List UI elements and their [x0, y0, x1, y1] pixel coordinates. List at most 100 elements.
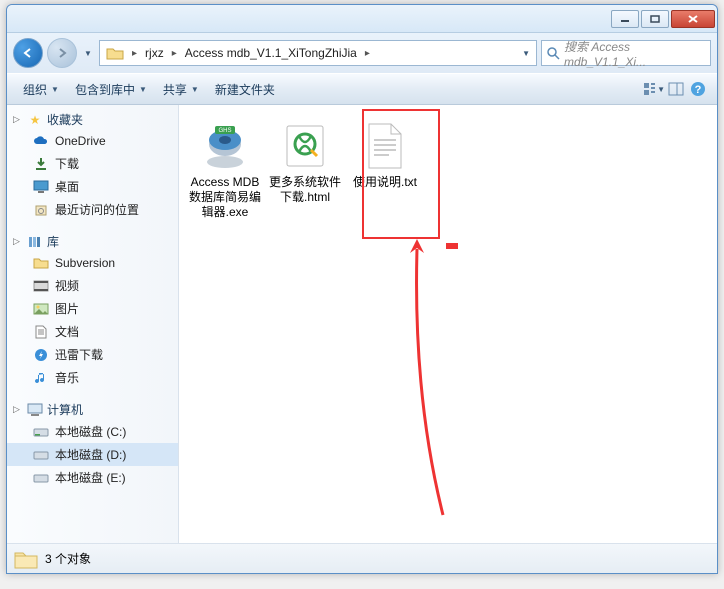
toolbar: 组织 ▼ 包含到库中 ▼ 共享 ▼ 新建文件夹 ▼ ? [7, 73, 717, 105]
sidebar-item-xunlei[interactable]: 迅雷下载 [7, 343, 178, 366]
breadcrumb-root-icon[interactable] [100, 41, 130, 65]
sidebar-item-pictures[interactable]: 图片 [7, 297, 178, 320]
file-item[interactable]: 使用说明.txt [347, 117, 423, 194]
lib-header-label: 库 [47, 233, 59, 250]
new-folder-button[interactable]: 新建文件夹 [207, 77, 283, 101]
music-icon [33, 370, 49, 386]
sidebar-item-subversion[interactable]: Subversion [7, 252, 178, 274]
folder-icon [33, 255, 49, 271]
back-button[interactable] [13, 38, 43, 68]
include-library-button[interactable]: 包含到库中 ▼ [67, 77, 155, 101]
breadcrumb-seg-1[interactable]: rjxz [139, 41, 170, 65]
titlebar [7, 5, 717, 33]
drive-icon [33, 470, 49, 486]
newfolder-label: 新建文件夹 [215, 81, 275, 98]
file-label: 更多系统软件下载.html [269, 175, 341, 205]
html-icon [280, 121, 330, 171]
file-item[interactable]: GHS Access MDB数据库简易编辑器.exe [187, 117, 263, 224]
close-button[interactable] [671, 10, 715, 28]
search-icon [546, 46, 560, 60]
view-options-button[interactable]: ▼ [643, 78, 665, 100]
search-input[interactable]: 搜索 Access mdb_V1.1_Xi... [541, 40, 711, 66]
cloud-icon [33, 133, 49, 149]
sidebar-item-label: 本地磁盘 (D:) [55, 446, 126, 463]
sidebar-item-music[interactable]: 音乐 [7, 366, 178, 389]
chevron-right-icon: ▸ [363, 48, 372, 59]
sidebar-item-label: 桌面 [55, 178, 79, 195]
desktop-icon [33, 179, 49, 195]
annotation-arrow [403, 235, 463, 525]
history-dropdown[interactable]: ▼ [81, 49, 95, 58]
comp-header-label: 计算机 [47, 401, 83, 418]
svg-text:?: ? [695, 84, 702, 96]
organize-label: 组织 [23, 81, 47, 98]
exe-icon: GHS [200, 121, 250, 171]
maximize-button[interactable] [641, 10, 669, 28]
computer-icon [27, 402, 43, 418]
sidebar-item-label: 下载 [55, 155, 79, 172]
sidebar-item-drive-c[interactable]: 本地磁盘 (C:) [7, 420, 178, 443]
help-button[interactable]: ? [687, 78, 709, 100]
chevron-right-icon: ▸ [170, 48, 179, 59]
sidebar-item-label: Subversion [55, 256, 115, 270]
drive-icon [33, 447, 49, 463]
file-item[interactable]: 更多系统软件下载.html [267, 117, 343, 209]
svg-text:GHS: GHS [218, 128, 231, 134]
sidebar-item-downloads[interactable]: 下载 [7, 152, 178, 175]
txt-icon [360, 121, 410, 171]
tree-header-favorites[interactable]: ▷★收藏夹 [7, 109, 178, 130]
tree-group-favorites: ▷★收藏夹 OneDrive 下载 桌面 最近访问的位置 [7, 109, 178, 221]
tree-header-libraries[interactable]: ▷库 [7, 231, 178, 252]
document-icon [33, 324, 49, 340]
tree-group-libraries: ▷库 Subversion 视频 图片 文档 迅雷下载 音乐 [7, 231, 178, 389]
share-label: 共享 [163, 81, 187, 98]
search-placeholder: 搜索 Access mdb_V1.1_Xi... [564, 38, 706, 69]
explorer-window: ▼ ▸ rjxz ▸ Access mdb_V1.1_XiTongZhiJia … [6, 4, 718, 574]
share-button[interactable]: 共享 ▼ [155, 77, 207, 101]
minimize-button[interactable] [611, 10, 639, 28]
drive-icon [33, 424, 49, 440]
sidebar-item-desktop[interactable]: 桌面 [7, 175, 178, 198]
sidebar-item-label: 图片 [55, 300, 79, 317]
sidebar-item-recent[interactable]: 最近访问的位置 [7, 198, 178, 221]
status-bar: 3 个对象 [7, 543, 717, 573]
nav-row: ▼ ▸ rjxz ▸ Access mdb_V1.1_XiTongZhiJia … [7, 33, 717, 73]
sidebar-item-label: 文档 [55, 323, 79, 340]
sidebar: ▷★收藏夹 OneDrive 下载 桌面 最近访问的位置 ▷库 Subversi… [7, 105, 179, 543]
star-icon: ★ [27, 112, 43, 128]
thunder-icon [33, 347, 49, 363]
recent-icon [33, 202, 49, 218]
organize-button[interactable]: 组织 ▼ [15, 77, 67, 101]
sidebar-item-documents[interactable]: 文档 [7, 320, 178, 343]
include-label: 包含到库中 [75, 81, 135, 98]
folder-icon [13, 548, 35, 570]
library-icon [27, 234, 43, 250]
forward-button[interactable] [47, 38, 77, 68]
breadcrumb-seg2-label: Access mdb_V1.1_XiTongZhiJia [185, 46, 357, 60]
preview-pane-button[interactable] [665, 78, 687, 100]
sidebar-item-videos[interactable]: 视频 [7, 274, 178, 297]
sidebar-item-label: 视频 [55, 277, 79, 294]
download-icon [33, 156, 49, 172]
sidebar-item-label: 音乐 [55, 369, 79, 386]
sidebar-item-drive-d[interactable]: 本地磁盘 (D:) [7, 443, 178, 466]
chevron-right-icon: ▸ [130, 48, 139, 59]
breadcrumb-dropdown[interactable]: ▼ [516, 41, 536, 65]
sidebar-item-onedrive[interactable]: OneDrive [7, 130, 178, 152]
status-count: 3 个对象 [45, 550, 91, 567]
annotation-marker [446, 243, 458, 249]
breadcrumb-seg-2[interactable]: Access mdb_V1.1_XiTongZhiJia [179, 41, 363, 65]
picture-icon [33, 301, 49, 317]
sidebar-item-label: OneDrive [55, 134, 106, 148]
sidebar-item-drive-e[interactable]: 本地磁盘 (E:) [7, 466, 178, 489]
breadcrumb[interactable]: ▸ rjxz ▸ Access mdb_V1.1_XiTongZhiJia ▸ … [99, 40, 537, 66]
breadcrumb-seg1-label: rjxz [145, 46, 164, 60]
file-label: 使用说明.txt [353, 175, 417, 190]
sidebar-item-label: 本地磁盘 (E:) [55, 469, 126, 486]
file-pane[interactable]: GHS Access MDB数据库简易编辑器.exe 更多系统软件下载.html… [179, 105, 717, 543]
sidebar-item-label: 迅雷下载 [55, 346, 103, 363]
sidebar-item-label: 最近访问的位置 [55, 201, 139, 218]
fav-header-label: 收藏夹 [47, 111, 83, 128]
tree-header-computer[interactable]: ▷计算机 [7, 399, 178, 420]
sidebar-item-label: 本地磁盘 (C:) [55, 423, 126, 440]
